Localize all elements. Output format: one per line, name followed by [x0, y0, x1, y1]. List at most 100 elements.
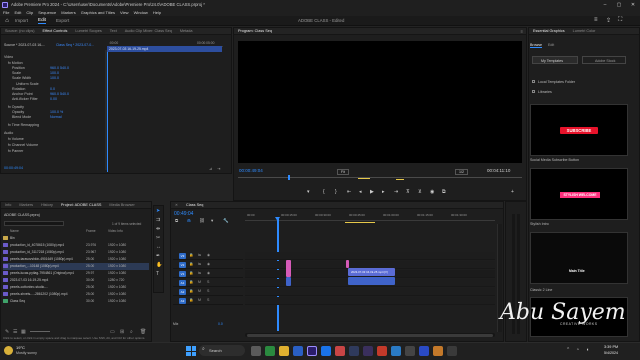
- maximize-icon[interactable]: ▢: [612, 0, 626, 9]
- lift-icon[interactable]: ⊼: [406, 189, 410, 195]
- timeline-clip-audio[interactable]: [348, 277, 395, 285]
- sync-lock-icon[interactable]: ⇋: [198, 262, 201, 266]
- project-item[interactable]: pexels-tarasovshkin-4901649 (1080p).mp4 2…: [3, 256, 149, 263]
- tab-media-browser[interactable]: Media Browser: [105, 203, 138, 207]
- effect-row-value[interactable]: 100.0 %: [50, 110, 63, 114]
- sync-lock-icon[interactable]: ⇋: [198, 253, 201, 257]
- timeline-hscroll-thumb[interactable]: [247, 333, 493, 337]
- local-templates-checkbox[interactable]: [532, 80, 535, 83]
- tab-history[interactable]: History: [37, 203, 57, 207]
- work-area-bar[interactable]: [345, 222, 375, 223]
- effect-row-value[interactable]: 960.0 540.0: [50, 92, 69, 96]
- step-forward-icon[interactable]: ▸: [382, 189, 385, 195]
- effect-row[interactable]: Scale Width 100.0: [12, 76, 59, 82]
- share-icon[interactable]: ⛶: [618, 17, 622, 24]
- project-item[interactable]: production_id_4078615 (1080p).mp4 23.976 1…: [3, 242, 149, 249]
- menu-sequence[interactable]: Sequence: [38, 10, 56, 15]
- razor-tool-icon[interactable]: ✂: [156, 235, 160, 241]
- track-target-toggle[interactable]: V2: [179, 262, 186, 268]
- clock-time[interactable]: 3:39 PM: [604, 345, 618, 349]
- new-item-icon[interactable]: ⊞: [120, 329, 124, 335]
- after-effects-icon[interactable]: [363, 346, 373, 356]
- go-to-out-icon[interactable]: ⇥: [394, 189, 398, 195]
- mark-out-icon[interactable]: }: [335, 189, 337, 195]
- hand-tool-icon[interactable]: ✋: [156, 262, 162, 268]
- master-db[interactable]: 0.0: [218, 322, 223, 326]
- chrome-icon[interactable]: [265, 346, 275, 356]
- app-icon-14[interactable]: [447, 346, 457, 356]
- app-icon-11[interactable]: [405, 346, 415, 356]
- tab-audio-clip-mixer[interactable]: Audio Clip Mixer: Class Seq: [121, 29, 176, 33]
- trash-icon[interactable]: 🗑: [140, 329, 146, 335]
- col-frame[interactable]: Frame: [86, 229, 108, 234]
- template-thumb-classic[interactable]: Main Title: [530, 232, 628, 284]
- mute-icon[interactable]: M: [198, 298, 201, 302]
- lock-icon[interactable]: 🔒: [189, 298, 193, 302]
- add-button-icon[interactable]: +: [511, 189, 514, 195]
- tab-source[interactable]: Source: (no clips): [1, 29, 39, 33]
- adobe-stock-button[interactable]: Adobe Stock: [582, 56, 626, 64]
- menu-markers[interactable]: Markers: [61, 10, 75, 15]
- tab-import[interactable]: Import: [15, 18, 28, 23]
- solo-icon[interactable]: S: [207, 280, 209, 284]
- ec-playhead[interactable]: [107, 48, 108, 172]
- track-lane[interactable]: [245, 252, 495, 260]
- project-item[interactable]: pexels-shvets-...-2861202 (1080p).mp4 25.…: [3, 291, 149, 298]
- effect-row-value[interactable]: 960.0 540.0: [50, 66, 69, 70]
- template-thumb-subscribe[interactable]: SUBSCRIBE: [530, 104, 628, 156]
- icon-view-icon[interactable]: ▦: [21, 329, 26, 335]
- tab-project[interactable]: Project: ADOBE CLASS: [57, 203, 106, 207]
- project-item[interactable]: pexels-lucas-pytlag-7954861 (Original).m…: [3, 270, 149, 277]
- workspaces-icon[interactable]: ≡: [594, 17, 598, 23]
- lock-icon[interactable]: 🔒: [189, 271, 193, 275]
- windows-start-icon[interactable]: [186, 346, 196, 356]
- photoshop-icon[interactable]: [349, 346, 359, 356]
- mute-icon[interactable]: M: [198, 280, 201, 284]
- project-search-input[interactable]: [4, 221, 64, 226]
- libraries-checkbox[interactable]: [532, 90, 535, 93]
- extract-icon[interactable]: ⊻: [418, 189, 422, 195]
- menu-edit[interactable]: Edit: [14, 10, 21, 15]
- effect-row-value[interactable]: 0.00: [50, 97, 57, 101]
- clock-date[interactable]: 5/4/2024: [604, 351, 618, 355]
- mute-icon[interactable]: M: [198, 289, 201, 293]
- new-bin-icon[interactable]: ▭: [110, 329, 115, 335]
- ripple-edit-tool-icon[interactable]: ⇼: [156, 226, 160, 232]
- nest-toggle-icon[interactable]: ⧉: [175, 218, 178, 223]
- weather-temp[interactable]: 19°C: [16, 345, 25, 350]
- effect-row[interactable]: fx Panner: [8, 149, 23, 155]
- find-icon[interactable]: ⌕: [130, 329, 133, 335]
- lock-icon[interactable]: 🔒: [189, 262, 193, 266]
- menu-file[interactable]: File: [3, 10, 9, 15]
- track-lane[interactable]: [245, 297, 495, 305]
- tab-browse[interactable]: Browse: [530, 43, 542, 48]
- col-video-info[interactable]: Video Info: [108, 229, 132, 234]
- premiere-taskbar-icon[interactable]: [307, 346, 317, 356]
- effect-row-value[interactable]: 100.0: [50, 76, 59, 80]
- timeline-clip-pink-small[interactable]: [346, 260, 349, 268]
- menu-graphics[interactable]: Graphics and Titles: [81, 10, 115, 15]
- tray-chevron-icon[interactable]: ⌃: [566, 347, 570, 353]
- eye-icon[interactable]: ◉: [207, 253, 210, 257]
- timeline-clip-audio-small[interactable]: [286, 277, 291, 286]
- effect-row[interactable]: Video: [4, 55, 13, 61]
- timeline-timecode[interactable]: 00:49:04: [174, 211, 193, 217]
- timeline-clip-video[interactable]: 2023-07-03 16-19-25.mp4 [V]: [348, 268, 395, 276]
- col-name[interactable]: Name: [3, 229, 86, 234]
- effect-row[interactable]: fx Channel Volume: [8, 143, 38, 149]
- volume-icon[interactable]: ◖: [586, 347, 589, 353]
- tab-export[interactable]: Export: [56, 18, 69, 23]
- wifi-icon[interactable]: ◔: [576, 347, 579, 353]
- snap-icon[interactable]: ⋒: [187, 218, 191, 224]
- add-marker-timeline-icon[interactable]: ▾: [211, 218, 213, 224]
- office-icon[interactable]: [335, 346, 345, 356]
- play-icon[interactable]: ▶: [370, 189, 374, 195]
- linked-selection-icon[interactable]: ⛓: [199, 218, 205, 224]
- program-timecode[interactable]: 00:00:49:04: [239, 168, 263, 173]
- weather-icon[interactable]: [4, 346, 13, 355]
- sync-lock-icon[interactable]: ⇋: [198, 271, 201, 275]
- track-lane[interactable]: [245, 288, 495, 296]
- track-header[interactable]: A1 🔒 M S: [173, 279, 243, 287]
- zoom-slider[interactable]: [30, 331, 50, 332]
- tab-essential-graphics[interactable]: Essential Graphics: [529, 29, 569, 33]
